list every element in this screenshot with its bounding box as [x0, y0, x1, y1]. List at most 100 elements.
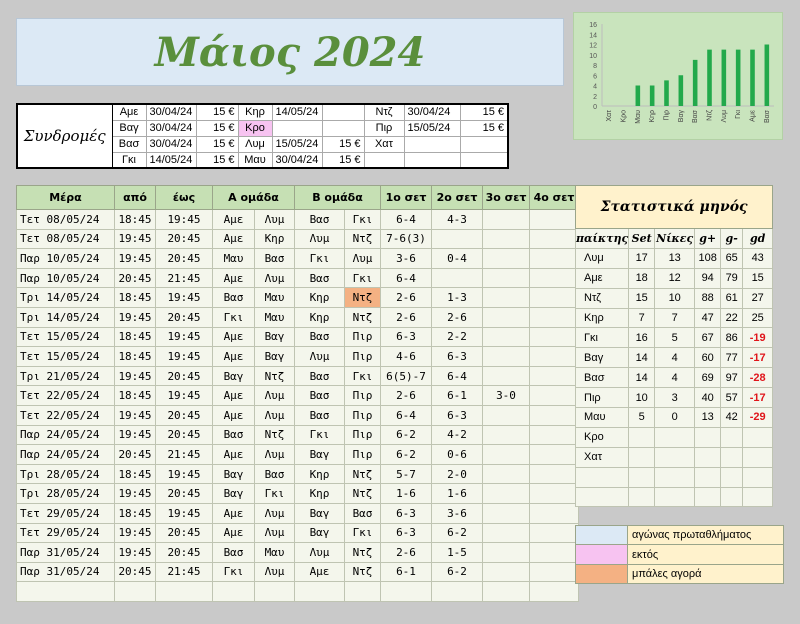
games-won: 67 — [694, 327, 722, 349]
match-end: 21:45 — [155, 561, 213, 583]
set-4-score — [529, 248, 579, 269]
stats-table: Στατιστικά μηνός παίκτης Set Νίκες g+ g-gd Λυμ… — [574, 185, 774, 508]
team-b-player: Βασ — [294, 209, 345, 230]
player-name: Ντζ — [574, 287, 630, 309]
set-4-score — [529, 209, 579, 230]
set-4-score — [529, 502, 579, 524]
legend-row: μπάλες αγορά — [575, 563, 784, 585]
set-1-score: 4-6 — [380, 346, 432, 367]
sets-played: 16 — [628, 327, 656, 349]
match-day: Τετ 29/05/24 — [16, 522, 115, 544]
subscription-amount: 15 € — [459, 103, 509, 121]
team-a-player: Αμε — [212, 267, 255, 289]
team-a-player: Κηρ — [254, 228, 295, 250]
games-diff: 27 — [742, 287, 774, 309]
match-day: Τετ 08/05/24 — [16, 228, 115, 250]
match-end: 19:45 — [155, 346, 213, 367]
subscription-amount: 15 € — [195, 103, 239, 121]
subscription-amount — [321, 103, 365, 121]
sets-played: 7 — [628, 307, 656, 329]
team-a-player: Γκι — [212, 306, 255, 328]
team-a-player: Βασ — [254, 463, 295, 485]
subscription-amount — [459, 151, 509, 169]
table-row: Τετ 08/05/24 18:45 19:45 Αμε Λυμ Βασ Γκι 6-4 4-3 — [16, 209, 579, 230]
set-1-score: 7-6(3) — [380, 228, 432, 250]
set-3-score — [482, 326, 530, 348]
team-a-player: Γκι — [212, 561, 255, 583]
sets-played: 15 — [628, 287, 656, 309]
match-day: Τρι 21/05/24 — [16, 365, 115, 387]
games-won — [694, 426, 722, 448]
team-b-player: Ντζ — [344, 542, 381, 563]
games-lost: 57 — [720, 387, 744, 409]
wins — [654, 486, 696, 508]
team-a-player — [212, 581, 255, 602]
column-header: Set — [628, 228, 656, 249]
games-diff: 15 — [742, 267, 774, 289]
match-start: 18:45 — [114, 463, 156, 485]
wins — [654, 466, 696, 488]
team-a-player: Αμε — [212, 346, 255, 367]
subscription-date — [403, 135, 461, 153]
games-lost — [720, 486, 744, 508]
subscription-player: Λυμ — [237, 135, 273, 153]
y-tick-label: 16 — [589, 22, 597, 29]
player-name: Βασ — [574, 367, 630, 389]
subscription-date: 30/04/24 — [145, 103, 197, 121]
team-b-player: Λυμ — [294, 228, 345, 250]
table-row: Αμε 18 12 94 79 15 — [574, 267, 774, 289]
chart-bar — [721, 49, 727, 106]
team-a-player: Λυμ — [254, 502, 295, 524]
team-b-player: Πιρ — [344, 326, 381, 348]
set-2-score: 4-3 — [431, 209, 483, 230]
match-day: Τετ 22/05/24 — [16, 404, 115, 426]
team-a-player: Αμε — [212, 326, 255, 348]
subscription-date: 30/04/24 — [145, 119, 197, 137]
team-b-player: Πιρ — [344, 424, 381, 446]
table-row: Μαυ 5 0 13 42 -29 — [574, 407, 774, 428]
subscription-amount: 15 € — [459, 119, 509, 137]
x-tick-label: Πιρ — [664, 110, 671, 121]
stats-title-row: Στατιστικά μηνός — [574, 185, 774, 229]
team-a-player: Ντζ — [254, 365, 295, 387]
x-tick-label: Χατ — [606, 110, 613, 122]
team-b-player: Ντζ — [344, 483, 381, 504]
set-4-score — [529, 228, 579, 250]
match-day: Τρι 14/05/24 — [16, 287, 115, 308]
team-b-player: Βασ — [344, 502, 381, 524]
set-3-score — [482, 248, 530, 269]
set-2-score: 2-0 — [431, 463, 483, 485]
set-2-score: 6-3 — [431, 404, 483, 426]
set-4-score — [529, 444, 579, 465]
subscription-date: 30/04/24 — [145, 135, 197, 153]
table-row: Κρο — [574, 426, 774, 448]
table-row: Χατ — [574, 446, 774, 468]
subscription-amount: 15 € — [195, 119, 239, 137]
match-start: 18:45 — [114, 502, 156, 524]
match-start: 19:45 — [114, 248, 156, 269]
player-name — [574, 466, 630, 488]
match-start: 18:45 — [114, 287, 156, 308]
set-3-score — [482, 209, 530, 230]
set-3-score — [482, 463, 530, 485]
wins — [654, 426, 696, 448]
sets-played — [628, 446, 656, 468]
games-lost: 42 — [720, 407, 744, 428]
match-end: 20:45 — [155, 404, 213, 426]
team-b-player: Κηρ — [294, 306, 345, 328]
subscription-date: 30/04/24 — [271, 151, 323, 169]
x-tick-label: Βαγ — [678, 110, 685, 123]
games-lost — [720, 426, 744, 448]
set-4-score — [529, 404, 579, 426]
set-2-score: 1-3 — [431, 287, 483, 308]
match-day: Παρ 10/05/24 — [16, 248, 115, 269]
games-won — [694, 466, 722, 488]
subscription-player: Γκι — [111, 151, 147, 169]
y-tick-label: 4 — [593, 84, 597, 91]
x-tick-label: Αμε — [750, 110, 757, 122]
team-b-player: Αμε — [294, 561, 345, 583]
match-day: Τετ 15/05/24 — [16, 346, 115, 367]
wins: 0 — [654, 407, 696, 428]
team-b-player: Κηρ — [294, 463, 345, 485]
match-end: 20:45 — [155, 228, 213, 250]
